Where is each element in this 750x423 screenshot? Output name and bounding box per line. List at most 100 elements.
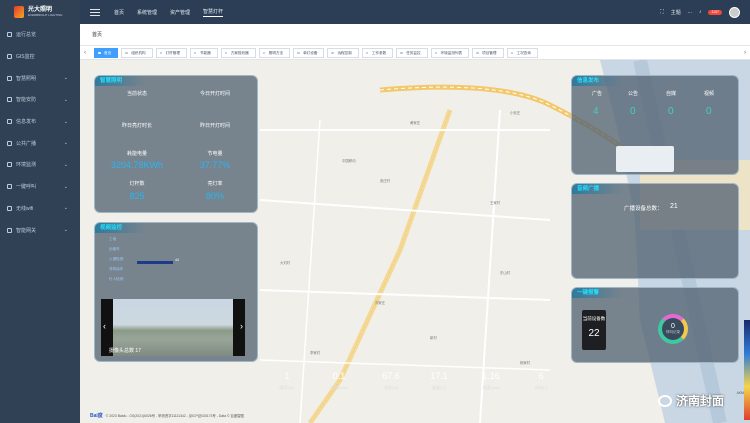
- sidebar-item[interactable]: GIS监控: [0, 46, 80, 68]
- app-root: 光大照明 EVERBRIGHT LIGHTING 运行总览 GIS监控 智慧照明 ⌄ 智…: [0, 0, 750, 423]
- env-metric-rain: 0.1 雨量(mm): [316, 371, 362, 401]
- tab-item[interactable]: 工况查询: [506, 47, 538, 58]
- brand-logo-icon: [14, 6, 24, 18]
- nav-system[interactable]: 系统管理: [137, 9, 157, 16]
- map-label: 小安庄: [510, 111, 521, 115]
- tab-list: 首页 组织机构 灯杆管理 节能器 方案规划器 照明方法 单灯设备 远程控制 工作参数 任务监控 环境…: [94, 47, 541, 58]
- user-name[interactable]: ...: [688, 9, 692, 15]
- tabs-scroll-right-icon[interactable]: ›: [740, 46, 750, 59]
- map-label: 王家村: [490, 201, 501, 205]
- fullscreen-icon[interactable]: ⛶: [660, 9, 664, 15]
- tabs-scroll-left-icon[interactable]: ‹: [80, 46, 90, 59]
- prev-camera-icon[interactable]: ‹: [103, 321, 106, 331]
- video-player[interactable]: ‹ › 摄像头总数 17: [101, 299, 245, 356]
- sidebar-item[interactable]: 智慧照明 ⌄: [0, 67, 80, 89]
- tab-item[interactable]: 方案规划器: [220, 47, 256, 58]
- nav-assets[interactable]: 资产管理: [170, 9, 190, 16]
- logo: 光大照明 EVERBRIGHT LIGHTING: [0, 0, 80, 24]
- tab-item[interactable]: 环境监测列表: [430, 47, 470, 58]
- menu-icon: [7, 227, 12, 233]
- menu-toggle-icon[interactable]: [90, 8, 100, 16]
- power-label: 耗能电量: [126, 151, 147, 157]
- menu-icon: [7, 140, 12, 146]
- tab-item[interactable]: 远程控制: [327, 47, 359, 58]
- chevron-down-icon: ⌄: [63, 205, 68, 212]
- map-label: 杨家村: [520, 361, 531, 365]
- lighting-rate-label: 亮灯率: [207, 181, 223, 187]
- sidebar-item-label: 一键呼叫: [16, 184, 37, 191]
- info-value-notice: 0: [630, 106, 636, 117]
- map-label: 大刘村: [280, 261, 291, 265]
- nav-home[interactable]: 首页: [114, 9, 124, 16]
- tab-item[interactable]: 节能器: [189, 47, 218, 58]
- theme-selector[interactable]: 主题: [671, 9, 681, 16]
- tab-item[interactable]: 灯杆管理: [155, 47, 187, 58]
- tab-item[interactable]: 组织机构: [121, 47, 153, 58]
- yesterday-duration-label: 昨日亮灯时长: [121, 123, 152, 129]
- breadcrumb-home[interactable]: 首页: [92, 31, 102, 38]
- legend-value: 44: [175, 258, 179, 262]
- tab-item[interactable]: 首页: [94, 47, 119, 58]
- lighting-title: 智慧照明: [95, 76, 145, 86]
- sidebar: 光大照明 EVERBRIGHT LIGHTING 运行总览 GIS监控 智慧照明 ⌄ 智…: [0, 0, 80, 423]
- info-value-media: 0: [668, 106, 674, 117]
- alarm-panel: 一键报警 当前设备数 22 0 呼叫记录: [571, 287, 739, 363]
- power-value: 3204.78KWh: [110, 160, 164, 170]
- info-preview-image: [616, 146, 674, 172]
- sidebar-item-label: 智慧照明: [16, 75, 37, 82]
- sidebar-item[interactable]: 无线wifi ⌄: [0, 198, 80, 220]
- today-time-label: 今日开灯时间: [199, 91, 230, 97]
- env-metric-noise: 1 噪声(dB): [264, 371, 310, 401]
- menu-icon: [7, 75, 12, 81]
- sidebar-item[interactable]: 信息发布 ⌄: [0, 111, 80, 133]
- info-title: 信息发布: [572, 76, 622, 86]
- lamp-count-value: 825: [129, 191, 145, 201]
- sidebar-item[interactable]: 智能网关 ⌄: [0, 219, 80, 241]
- saving-label: 节电量: [207, 151, 223, 157]
- camera-count: 摄像头总数 17: [109, 348, 141, 354]
- sidebar-item-label: 环境监测: [16, 162, 37, 169]
- sidebar-item[interactable]: 公共广播 ⌄: [0, 132, 80, 154]
- broadcast-count: 21: [670, 203, 678, 210]
- tab-item[interactable]: 照明方法: [258, 47, 291, 58]
- chevron-down-icon: ⌄: [63, 227, 68, 234]
- sidebar-item[interactable]: 运行总览: [0, 24, 80, 46]
- broadcast-title: 音频广播: [572, 184, 622, 194]
- menu-icon: [7, 205, 12, 211]
- nav-smart-pole[interactable]: 智慧灯杆: [203, 8, 224, 17]
- breadcrumb: 首页: [80, 24, 750, 46]
- sidebar-item-label: 智能安防: [16, 97, 37, 104]
- menu-icon: [7, 32, 12, 38]
- sidebar-item[interactable]: 一键呼叫 ⌄: [0, 176, 80, 198]
- broadcast-panel: 音频广播 广播设备总数： 21: [571, 183, 739, 279]
- menu-icon: [7, 162, 12, 168]
- next-camera-icon[interactable]: ›: [240, 321, 243, 331]
- map-label: 中国移动: [342, 159, 356, 163]
- tab-item[interactable]: 单灯设备: [293, 47, 325, 58]
- info-panel: 信息发布 广告 公告 自媒 视频 4 0 0 0: [571, 75, 739, 175]
- chevron-down-icon: ⌄: [63, 96, 68, 103]
- sidebar-item-label: 公共广播: [16, 140, 37, 147]
- map-label: 东山村: [500, 271, 511, 275]
- tab-item[interactable]: 工作参数: [361, 47, 394, 58]
- tab-item[interactable]: 任务监控: [396, 47, 428, 58]
- tag-tabs: ‹ 首页 组织机构 灯杆管理 节能器 方案规划器 照明方法 单灯设备 远程控制 工作参数 任务监控…: [80, 46, 750, 60]
- bell-icon[interactable]: ♪: [699, 9, 702, 15]
- top-right-tools: ⛶ 主题 ... ♪ 1107: [660, 0, 740, 24]
- map-label: 黄家庄: [410, 121, 421, 125]
- menu-icon: [7, 119, 12, 125]
- wechat-icon: [657, 394, 672, 407]
- legend-item: 入侵检测: [109, 257, 124, 261]
- sidebar-item[interactable]: 环境监测 ⌄: [0, 154, 80, 176]
- chevron-down-icon: ⌄: [63, 118, 68, 125]
- chevron-down-icon: ⌄: [63, 161, 68, 168]
- map-label: 张庄村: [380, 179, 391, 183]
- tab-item[interactable]: 项目管理: [472, 47, 504, 58]
- side-color-stripe: [744, 320, 750, 420]
- info-label-notice: 公告: [628, 91, 639, 97]
- map-label: 李家村: [310, 351, 321, 355]
- avatar[interactable]: [729, 6, 740, 18]
- chevron-down-icon: ⌄: [63, 140, 68, 147]
- env-metric-wind-speed: 1.16 风速(m/s): [468, 371, 514, 401]
- sidebar-item[interactable]: 智能安防 ⌄: [0, 89, 80, 111]
